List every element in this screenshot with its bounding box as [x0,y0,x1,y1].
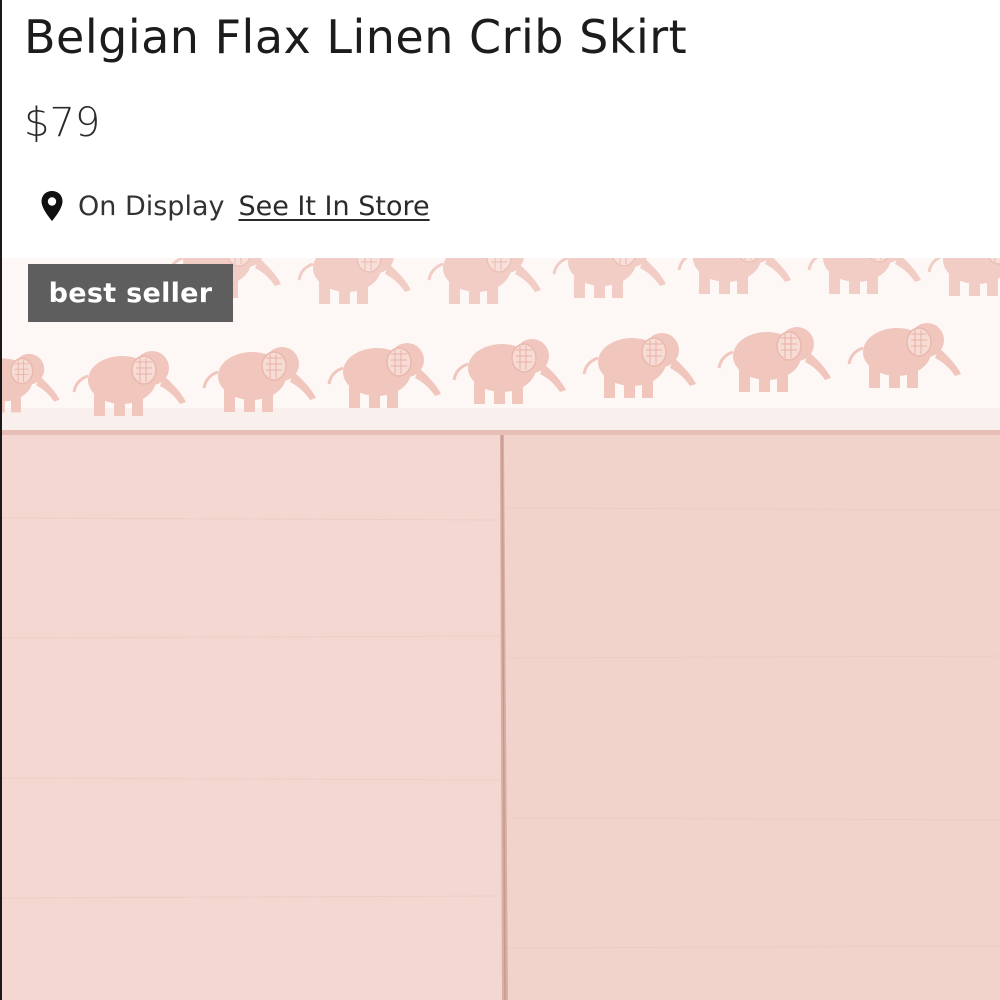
best-seller-badge: best seller [28,264,233,322]
see-it-in-store-link[interactable]: See It In Store [238,191,429,222]
store-availability: On Display See It In Store [40,184,430,228]
product-price: $79 [24,100,101,146]
product-page: Belgian Flax Linen Crib Skirt $79 On Dis… [0,0,1000,1000]
location-pin-icon [40,190,64,222]
product-header: Belgian Flax Linen Crib Skirt $79 On Dis… [2,0,1000,258]
product-image[interactable] [2,258,1000,1000]
product-title: Belgian Flax Linen Crib Skirt [24,10,688,64]
display-status: On Display [78,190,225,222]
